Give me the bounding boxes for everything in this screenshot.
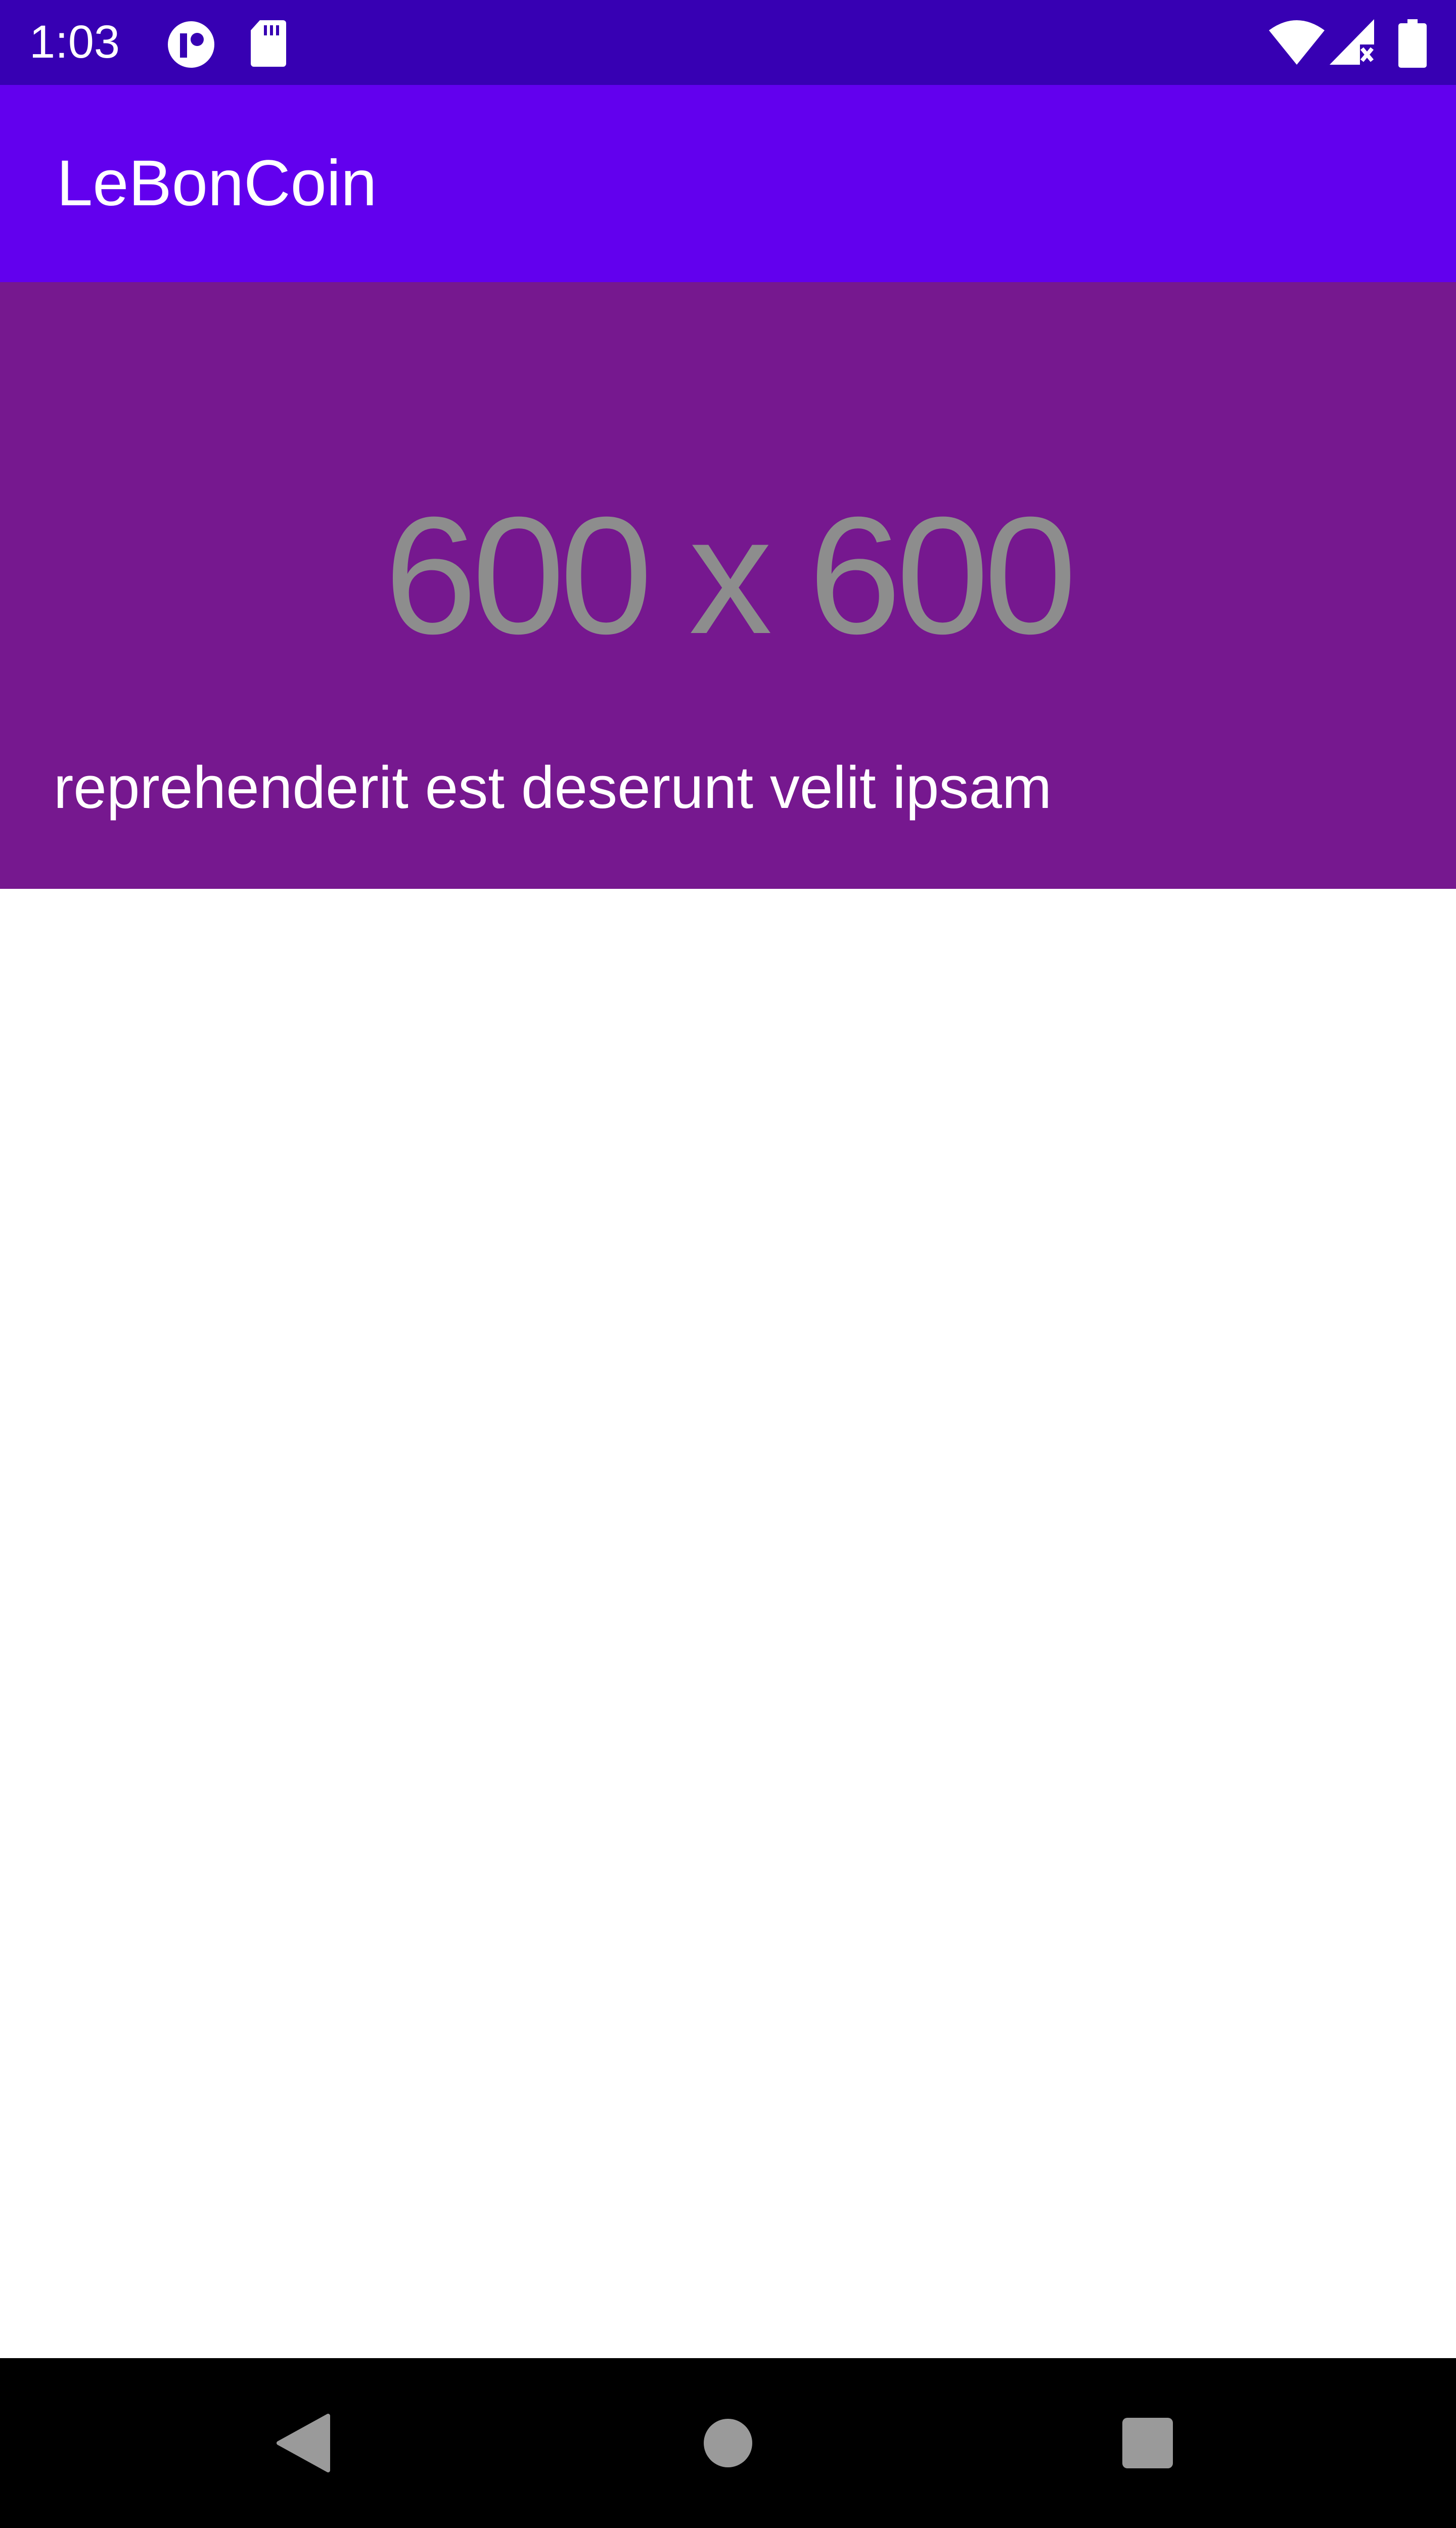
- back-button[interactable]: [228, 2358, 379, 2528]
- status-bar: 1:03: [0, 0, 1456, 85]
- cell-signal-no-data-icon: [1330, 19, 1374, 65]
- recents-icon: [1122, 2418, 1173, 2468]
- list-item[interactable]: 600 x 600 reprehenderit est deserunt vel…: [0, 282, 1456, 889]
- status-time: 1:03: [29, 16, 120, 68]
- app-bar: LeBonCoin: [0, 85, 1456, 282]
- battery-icon: [1398, 19, 1427, 68]
- sd-card-icon: [251, 20, 286, 67]
- home-button[interactable]: [652, 2358, 804, 2528]
- navigation-bar: [0, 2358, 1456, 2528]
- app-title: LeBonCoin: [57, 147, 377, 219]
- home-icon: [704, 2419, 752, 2467]
- item-title: reprehenderit est deserunt velit ipsam: [54, 754, 1052, 821]
- recents-button[interactable]: [1072, 2358, 1223, 2528]
- back-icon: [277, 2414, 330, 2472]
- item-image-placeholder: 600 x 600: [384, 482, 1077, 668]
- app-notification-icon: [168, 21, 214, 68]
- wifi-icon: [1269, 20, 1325, 65]
